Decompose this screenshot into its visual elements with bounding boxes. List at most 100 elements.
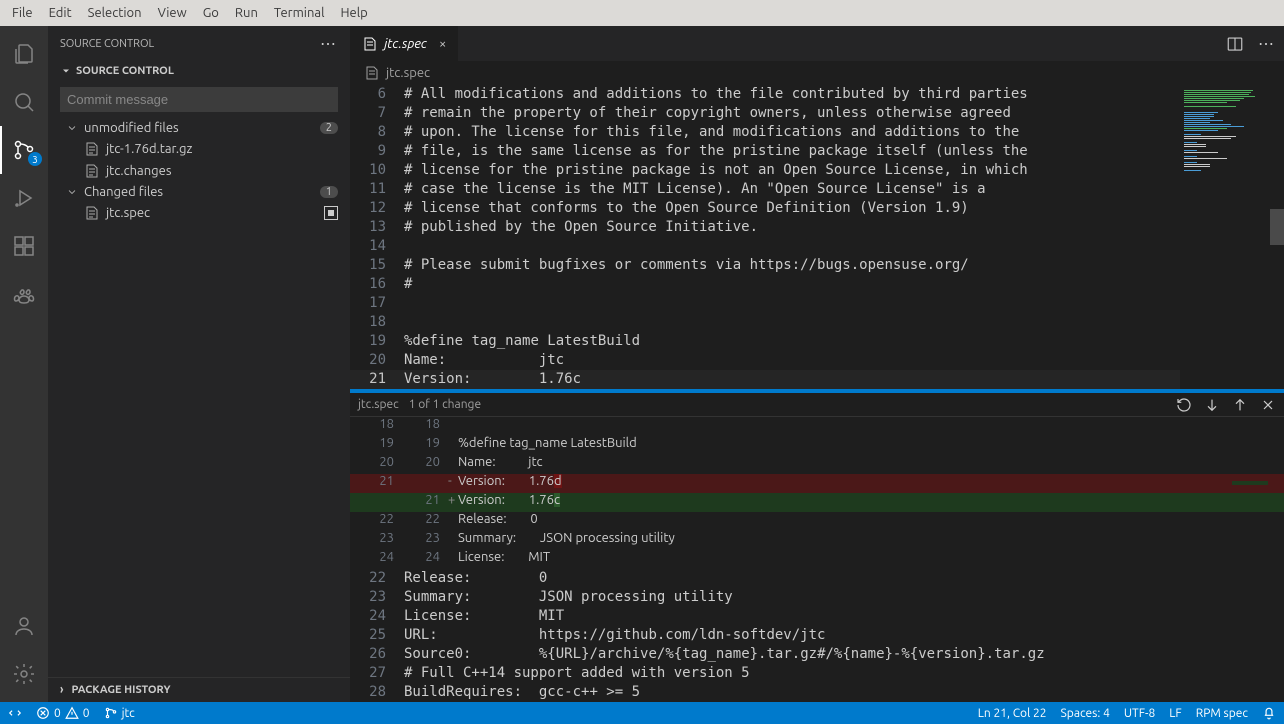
menu-edit[interactable]: Edit <box>41 0 80 26</box>
file-icon <box>84 141 100 157</box>
code-line[interactable]: 13# published by the Open Source Initiat… <box>350 218 1284 237</box>
remote-icon <box>8 706 22 720</box>
activity-extensions[interactable] <box>0 222 48 270</box>
activity-run-debug[interactable] <box>0 174 48 222</box>
status-notifications[interactable] <box>1262 706 1276 720</box>
close-icon[interactable] <box>1260 397 1276 413</box>
code-line[interactable]: 6# All modifications and additions to th… <box>350 85 1284 104</box>
activity-source-control[interactable]: 3 <box>0 126 48 174</box>
menu-go[interactable]: Go <box>195 0 227 26</box>
tab-close-icon[interactable]: × <box>439 37 446 51</box>
code-line[interactable]: 10# license for the pristine package is … <box>350 161 1284 180</box>
status-encoding[interactable]: UTF-8 <box>1124 707 1155 720</box>
status-language[interactable]: RPM spec <box>1196 707 1248 720</box>
code-line[interactable]: 27# Full C++14 support added with versio… <box>350 664 1284 683</box>
status-eol[interactable]: LF <box>1169 707 1181 720</box>
code-line[interactable]: 28BuildRequires: gcc-c++ >= 5 <box>350 683 1284 702</box>
activity-opensuse[interactable] <box>0 270 48 318</box>
code-line[interactable]: 14 <box>350 237 1284 256</box>
split-editor-icon[interactable] <box>1226 35 1244 53</box>
diff-line[interactable]: 1919%define tag_name LatestBuild <box>350 436 1284 455</box>
diff-line[interactable]: 2323Summary: JSON processing utility <box>350 531 1284 550</box>
menu-help[interactable]: Help <box>332 0 375 26</box>
code-line[interactable]: 23Summary: JSON processing utility <box>350 588 1284 607</box>
menu-run[interactable]: Run <box>227 0 266 26</box>
code-line[interactable]: 18 <box>350 313 1284 332</box>
tab-label: jtc.spec <box>384 37 427 51</box>
status-indentation[interactable]: Spaces: 4 <box>1061 707 1110 720</box>
tab-jtc-spec[interactable]: jtc.spec × <box>350 26 459 61</box>
diff-line[interactable]: 21-Version: 1.76d <box>350 474 1284 493</box>
scm-section-label: SOURCE CONTROL <box>76 65 174 77</box>
code-line[interactable]: 12# license that conforms to the Open So… <box>350 199 1284 218</box>
bell-icon <box>1262 706 1276 720</box>
activity-accounts[interactable] <box>0 602 48 650</box>
code-line[interactable]: 21Version: 1.76c <box>350 370 1284 389</box>
prev-change-icon[interactable] <box>1232 397 1248 413</box>
menu-terminal[interactable]: Terminal <box>266 0 333 26</box>
scm-section[interactable]: SOURCE CONTROL <box>48 61 350 81</box>
files-icon <box>12 42 36 66</box>
code-line[interactable]: 20Name: jtc <box>350 351 1284 370</box>
code-line[interactable]: 19%define tag_name LatestBuild <box>350 332 1284 351</box>
group-count: 1 <box>320 186 338 198</box>
diff-line[interactable]: 1818 <box>350 417 1284 436</box>
revert-icon[interactable] <box>1176 397 1192 413</box>
file-icon <box>364 65 380 81</box>
code-line[interactable]: 24License: MIT <box>350 607 1284 626</box>
status-branch[interactable]: jtc <box>104 706 135 720</box>
menu-view[interactable]: View <box>150 0 195 26</box>
code-line[interactable]: 16# <box>350 275 1284 294</box>
diff-minimap[interactable] <box>1230 417 1270 569</box>
code-line[interactable]: 22Release: 0 <box>350 569 1284 588</box>
code-line[interactable]: 7# remain the property of their copyrigh… <box>350 104 1284 123</box>
branch-name: jtc <box>122 707 135 720</box>
status-cursor-position[interactable]: Ln 21, Col 22 <box>978 707 1047 720</box>
error-count: 0 <box>54 707 61 720</box>
code-line[interactable]: 9# file, is the same license as for the … <box>350 142 1284 161</box>
code-line[interactable]: 17 <box>350 294 1284 313</box>
next-change-icon[interactable] <box>1204 397 1220 413</box>
code-line[interactable]: 11# case the license is the MIT License)… <box>350 180 1284 199</box>
diff-line[interactable]: 2020Name: jtc <box>350 455 1284 474</box>
file-name: jtc.spec <box>106 206 150 220</box>
breadcrumb[interactable]: jtc.spec <box>350 61 1284 85</box>
code-line[interactable]: 8# upon. The license for this file, and … <box>350 123 1284 142</box>
branch-icon <box>104 706 118 720</box>
file-item[interactable]: jtc-1.76d.tar.gz <box>48 138 350 160</box>
menu-selection[interactable]: Selection <box>80 0 150 26</box>
activity-explorer[interactable] <box>0 30 48 78</box>
commit-message-input[interactable] <box>60 87 338 112</box>
editor-more-icon[interactable]: ⋯ <box>1258 34 1274 53</box>
gear-icon <box>12 662 36 686</box>
status-remote[interactable] <box>8 706 22 720</box>
code-line[interactable]: 26Source0: %{URL}/archive/%{tag_name}.ta… <box>350 645 1284 664</box>
menu-file[interactable]: File <box>4 0 41 26</box>
editor-scrollbar[interactable] <box>1270 85 1284 389</box>
error-icon <box>36 706 50 720</box>
minimap[interactable] <box>1180 85 1270 389</box>
modified-marker <box>324 206 338 220</box>
status-bar: 0 0 jtc Ln 21, Col 22 Spaces: 4 UTF-8 LF… <box>0 702 1284 724</box>
code-line[interactable]: 25URL: https://github.com/ldn-softdev/jt… <box>350 626 1284 645</box>
code-line[interactable]: 15# Please submit bugfixes or comments v… <box>350 256 1284 275</box>
group-changed[interactable]: Changed files 1 <box>48 182 350 202</box>
editor-content[interactable]: 6# All modifications and additions to th… <box>350 85 1284 389</box>
package-history-label: PACKAGE HISTORY <box>71 684 170 696</box>
extensions-icon <box>12 234 36 258</box>
diff-line[interactable]: 21+Version: 1.76c <box>350 493 1284 512</box>
package-history-section[interactable]: PACKAGE HISTORY <box>48 677 350 702</box>
group-count: 2 <box>320 122 338 134</box>
group-unmodified[interactable]: unmodified files 2 <box>48 118 350 138</box>
diff-line[interactable]: 2222Release: 0 <box>350 512 1284 531</box>
sidebar-more-icon[interactable]: ⋯ <box>320 34 338 53</box>
diff-line[interactable]: 2424License: MIT <box>350 550 1284 569</box>
activity-settings[interactable] <box>0 650 48 698</box>
file-name: jtc.changes <box>106 164 171 178</box>
status-problems[interactable]: 0 0 <box>36 706 90 720</box>
activity-search[interactable] <box>0 78 48 126</box>
editor-content-lower[interactable]: 22Release: 023Summary: JSON processing u… <box>350 569 1284 702</box>
account-icon <box>12 614 36 638</box>
file-item[interactable]: jtc.spec <box>48 202 350 224</box>
file-item[interactable]: jtc.changes <box>48 160 350 182</box>
